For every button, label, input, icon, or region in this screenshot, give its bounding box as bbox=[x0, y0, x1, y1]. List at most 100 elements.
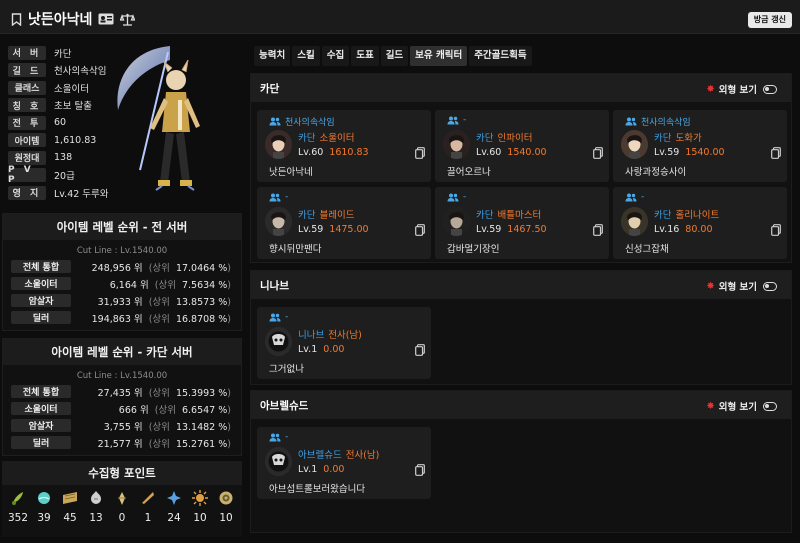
rank-server-cutline: Cut Line : Lv.1540.00 bbox=[76, 371, 168, 381]
copy-icon[interactable] bbox=[415, 344, 425, 356]
rank-value: 666 위 (상위 6.6547 %) bbox=[77, 402, 231, 416]
rank-close: ) bbox=[227, 280, 231, 291]
rank-close: ) bbox=[227, 388, 231, 399]
character-card[interactable]: - 카단 블레이드 Lv.59 1475.00 향시뒤만팬다 bbox=[257, 187, 431, 259]
profile-value: 138 bbox=[54, 152, 73, 163]
collection-item[interactable]: 39 bbox=[34, 490, 54, 524]
character-card[interactable]: - 카단 인파이터 Lv.60 1540.00 끌어오르나 bbox=[435, 110, 609, 182]
guild-row: - bbox=[447, 115, 466, 125]
class-name: 전사(남) bbox=[328, 330, 362, 341]
mokoko-seed-icon bbox=[10, 490, 26, 506]
character-card[interactable]: - 카단 배틀마스터 Lv.59 1467.50 갑바멀기장인 bbox=[435, 187, 609, 259]
collection-item[interactable]: 0 bbox=[112, 490, 132, 524]
profile-label: 서 버 bbox=[8, 45, 46, 60]
tab-1[interactable]: 능력치 bbox=[254, 46, 291, 66]
class-name: 소울이터 bbox=[319, 133, 355, 144]
copy-icon[interactable] bbox=[593, 224, 603, 236]
bookmark-icon[interactable] bbox=[11, 12, 22, 26]
collection-value: 10 bbox=[193, 512, 207, 524]
avatar bbox=[265, 207, 292, 236]
copy-icon[interactable] bbox=[415, 147, 425, 159]
character-card[interactable]: - 아브렐슈드 전사(남) Lv.1 0.00 아브섭트롤보러왔습니다 bbox=[257, 427, 431, 499]
rank-open: (상위 bbox=[148, 297, 170, 308]
appearance-toggle[interactable]: ✸ 외형 보기 bbox=[706, 82, 777, 96]
rank-label: 전체 통합 bbox=[11, 385, 71, 398]
character-card[interactable]: - 카단 홀리나이트 Lv.16 80.00 신성그잡채 bbox=[613, 187, 787, 259]
toggle-icon[interactable] bbox=[763, 84, 777, 94]
profile-value: 20급 bbox=[54, 171, 75, 182]
rank-value: 31,933 위 (상위 13.8573 %) bbox=[77, 294, 231, 308]
omnium-star-icon bbox=[218, 490, 234, 506]
collection-value: 13 bbox=[89, 512, 103, 524]
collection-item[interactable]: 352 bbox=[8, 490, 28, 524]
guild-name: - bbox=[285, 432, 289, 442]
guild-row: - bbox=[269, 432, 288, 442]
guild-name: - bbox=[285, 312, 289, 322]
section-kadan: 카단 ✸ 외형 보기 천사의속삭임 카단 소울이터 Lv.60 1610.83 낫든아낙네 - 카단… bbox=[250, 73, 792, 263]
server-name: 카단 bbox=[654, 210, 672, 221]
item-level: 80.00 bbox=[685, 224, 713, 235]
rank-row: 전체 통합 248,956 위 (상위 17.0464 %) bbox=[7, 258, 237, 275]
toggle-icon[interactable] bbox=[763, 281, 777, 291]
tab-5[interactable]: 길드 bbox=[380, 46, 409, 66]
copy-icon[interactable] bbox=[771, 147, 781, 159]
profile-label: 원정대 bbox=[8, 150, 46, 165]
collection-item[interactable]: 10 bbox=[216, 490, 236, 524]
class-name: 배틀마스터 bbox=[497, 210, 542, 221]
scale-icon[interactable] bbox=[120, 13, 136, 26]
world-tree-leaf-icon bbox=[166, 490, 182, 506]
copy-icon[interactable] bbox=[415, 464, 425, 476]
collection-title: 수집형 포인트 bbox=[2, 461, 242, 485]
rank-number: 31,933 위 bbox=[97, 297, 143, 308]
level: Lv.1 bbox=[298, 464, 318, 475]
refresh-button[interactable]: 방금 갱신 bbox=[747, 12, 792, 28]
collection-item[interactable]: 10 bbox=[190, 490, 210, 524]
level-row: Lv.59 1540.00 bbox=[654, 147, 725, 158]
profile-label: 영 지 bbox=[8, 185, 46, 200]
rank-value: 21,577 위 (상위 15.2761 %) bbox=[77, 436, 231, 450]
server-class: 카단 배틀마스터 bbox=[476, 207, 541, 221]
server-name: 카단 bbox=[298, 133, 316, 144]
copy-icon[interactable] bbox=[415, 224, 425, 236]
profile-row: 영 지 Lv.42 두루와 bbox=[8, 185, 109, 200]
appearance-toggle[interactable]: ✸ 외형 보기 bbox=[706, 279, 777, 293]
collection-item[interactable]: 45 bbox=[60, 490, 80, 524]
tab-7[interactable]: 주간골드획득 bbox=[469, 46, 532, 66]
collection-item[interactable]: 24 bbox=[164, 490, 184, 524]
character-card[interactable]: - 니나브 전사(남) Lv.1 0.00 그거없나 bbox=[257, 307, 431, 379]
rank-close: ) bbox=[227, 314, 231, 325]
rank-value: 248,956 위 (상위 17.0464 %) bbox=[77, 260, 231, 274]
profile-card-icon[interactable] bbox=[98, 13, 114, 25]
profile-panel: 서 버 카단 길 드 천사의속삭임 클래스 소울이터 칭 호 초보 탈출 전 투 60 아이템 1,6… bbox=[2, 40, 242, 208]
profile-label: P V P bbox=[8, 165, 46, 185]
tab-2[interactable]: 스킬 bbox=[292, 46, 320, 66]
appearance-toggle[interactable]: ✸ 외형 보기 bbox=[706, 399, 777, 413]
profile-row: 아이템 1,610.83 bbox=[8, 133, 96, 148]
star-icon: ✸ bbox=[706, 400, 715, 412]
users-icon bbox=[447, 193, 459, 202]
rank-number: 3,755 위 bbox=[103, 422, 143, 433]
section-header: 카단 ✸ 외형 보기 bbox=[251, 74, 791, 102]
collection-item[interactable]: 1 bbox=[138, 490, 158, 524]
profile-value: Lv.42 두루와 bbox=[54, 188, 109, 200]
server-class: 아브렐슈드 전사(남) bbox=[298, 447, 379, 461]
rank-server: 아이템 레벨 순위 - 카단 서버 Cut Line : Lv.1540.00 … bbox=[2, 338, 242, 456]
server-name: 니나브 bbox=[298, 330, 325, 341]
tab-6[interactable]: 보유 캐릭터 bbox=[410, 46, 468, 66]
tab-4[interactable]: 도표 bbox=[351, 46, 379, 66]
toggle-icon[interactable] bbox=[763, 401, 777, 411]
copy-icon[interactable] bbox=[593, 147, 603, 159]
character-name: 신성그잡채 bbox=[625, 244, 669, 255]
level: Lv.59 bbox=[654, 147, 680, 158]
character-card[interactable]: 천사의속삭임 카단 소울이터 Lv.60 1610.83 낫든아낙네 bbox=[257, 110, 431, 182]
section-header: 니나브 ✸ 외형 보기 bbox=[251, 271, 791, 299]
collection-item[interactable]: 13 bbox=[86, 490, 106, 524]
guild-name: 천사의속삭임 bbox=[285, 118, 335, 128]
profile-value: 초보 탈출 bbox=[54, 101, 92, 112]
tab-3[interactable]: 수집 bbox=[321, 46, 350, 66]
character-name: 낫든아낙네 bbox=[28, 12, 93, 28]
class-name: 블레이드 bbox=[319, 210, 355, 221]
copy-icon[interactable] bbox=[771, 224, 781, 236]
section-ninav: 니나브 ✸ 외형 보기 - 니나브 전사(남) Lv.1 0.00 그거없나 bbox=[250, 270, 792, 385]
character-card[interactable]: 천사의속삭임 카단 도화가 Lv.59 1540.00 사랑과정승사이 bbox=[613, 110, 787, 182]
